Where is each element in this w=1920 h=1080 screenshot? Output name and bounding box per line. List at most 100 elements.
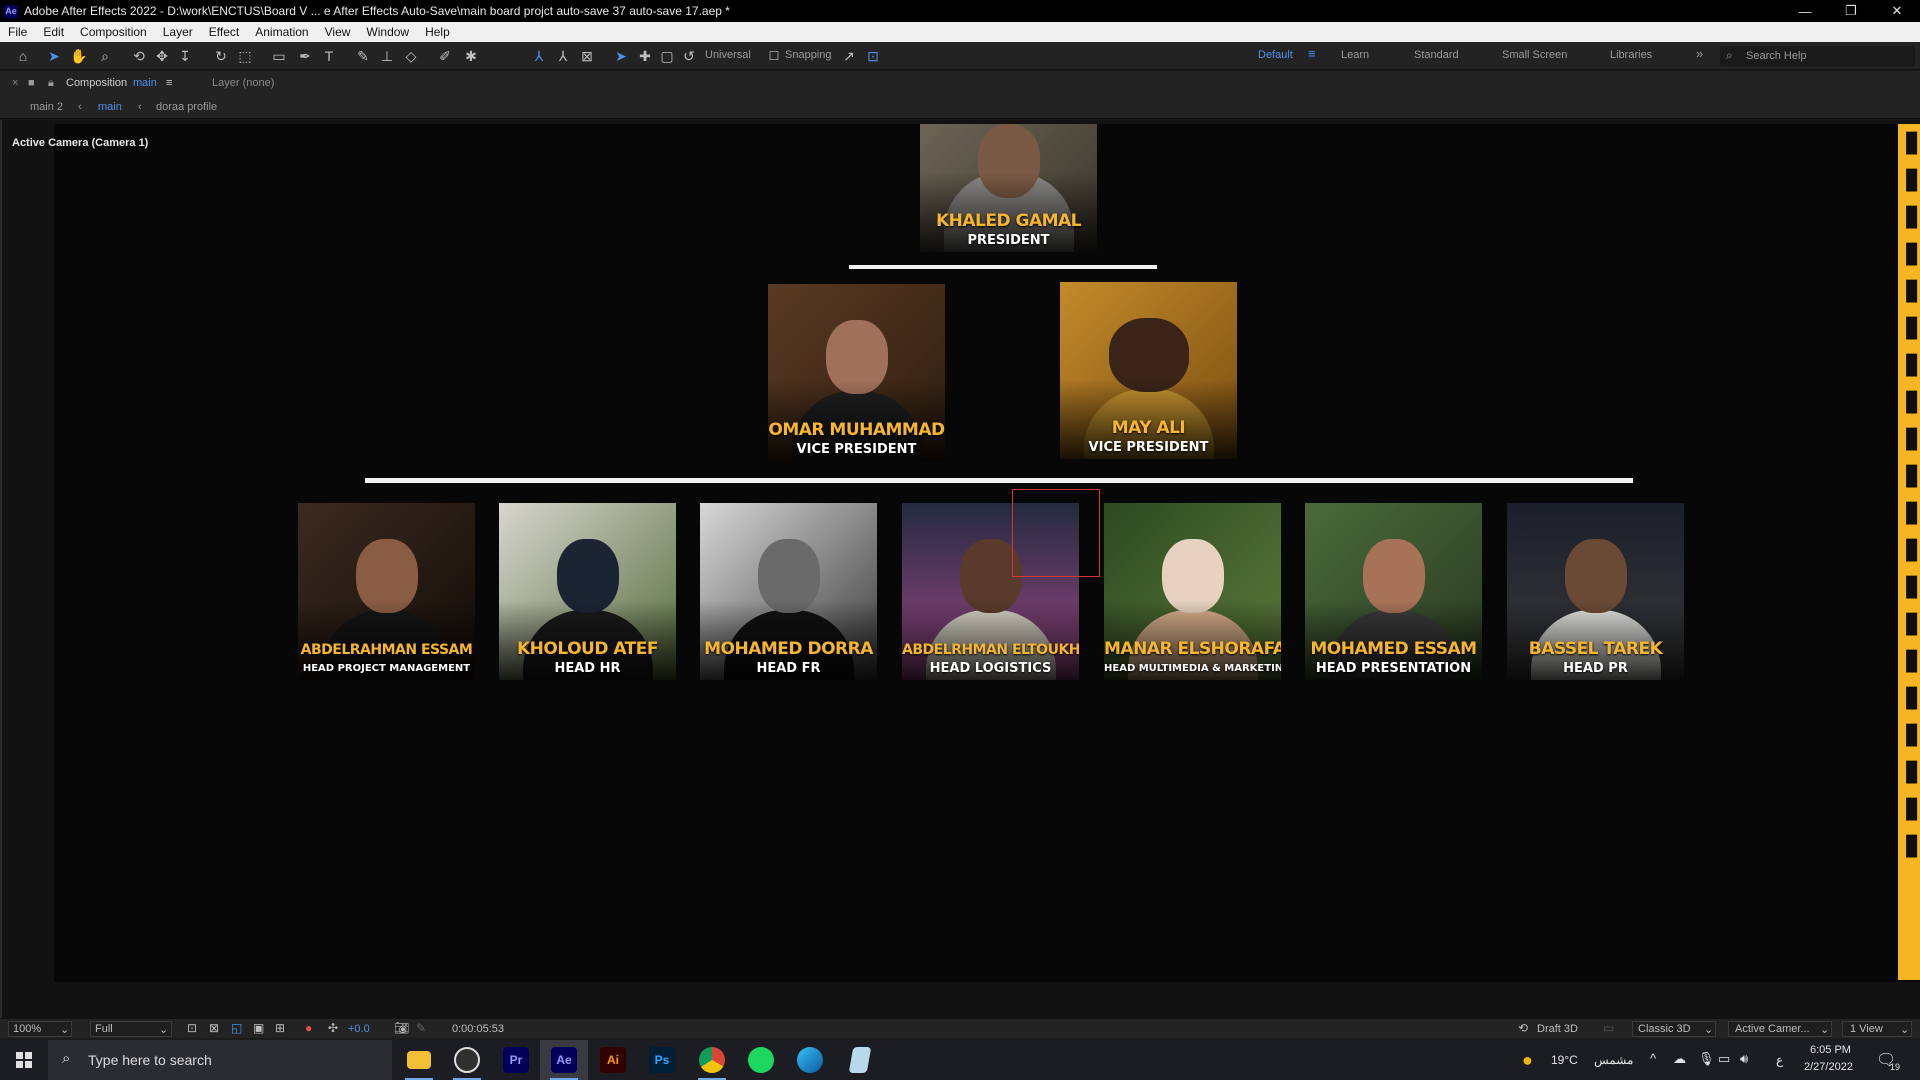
rotate-tool-icon[interactable]: ↻ <box>212 47 230 65</box>
mask-visibility-icon[interactable]: ◱ <box>231 1021 242 1035</box>
chevron-up-icon[interactable]: ^ <box>1650 1051 1656 1066</box>
rectangle-tool-icon[interactable]: ▭ <box>270 47 288 65</box>
start-button[interactable] <box>0 1040 48 1080</box>
world-axis-icon[interactable]: ⅄ <box>554 47 572 65</box>
taskbar-chrome[interactable] <box>688 1040 736 1080</box>
network-icon[interactable]: ▭ <box>1718 1051 1730 1067</box>
volume-icon[interactable]: 🔊︎ <box>1740 1051 1748 1067</box>
menu-window[interactable]: Window <box>358 25 417 39</box>
draft-3d-label[interactable]: Draft 3D <box>1537 1023 1578 1035</box>
weather-sun-icon[interactable]: ● <box>1522 1050 1533 1071</box>
composition-tab-label[interactable]: Composition <box>66 77 127 89</box>
snap-option-icon[interactable]: ↗ <box>840 47 858 65</box>
layer-panel-tab[interactable]: Layer (none) <box>212 77 274 89</box>
layer-selection-box[interactable] <box>1012 489 1100 577</box>
extended-viewer-icon[interactable]: ▭ <box>1603 1021 1614 1035</box>
workspace-learn[interactable]: Learn <box>1341 49 1369 61</box>
minimize-button[interactable]: — <box>1782 0 1828 22</box>
taskbar-search-box[interactable]: ⌕ Type here to search <box>48 1040 392 1080</box>
head-card[interactable]: ABDELRAHMAN ESSAM HEAD PROJECT MANAGEMEN… <box>298 503 475 680</box>
search-help-field[interactable]: ⌕ Search Help <box>1720 46 1915 66</box>
lock-icon[interactable]: 🔒︎ <box>48 77 54 90</box>
head-card[interactable]: BASSEL TAREK HEAD PR <box>1507 503 1684 680</box>
guides-icon[interactable]: ▣ <box>253 1021 264 1035</box>
workspace-standard[interactable]: Standard <box>1414 49 1459 61</box>
taskbar-notes[interactable] <box>836 1040 884 1080</box>
composition-canvas[interactable]: KHALED GAMAL PRESIDENT OMAR MUHAMMAD VIC… <box>54 124 1920 982</box>
taskbar-premiere[interactable]: Pr <box>492 1040 540 1080</box>
close-panel-icon[interactable]: × <box>12 77 18 89</box>
roto-brush-icon[interactable]: ✐ <box>436 47 454 65</box>
menu-edit[interactable]: Edit <box>35 25 72 39</box>
menu-composition[interactable]: Composition <box>72 25 155 39</box>
weather-condition[interactable]: مشمس <box>1594 1053 1633 1067</box>
snapping-checkbox[interactable]: ☐ <box>765 47 783 65</box>
snap-grid-icon[interactable]: ⊡ <box>864 47 882 65</box>
onedrive-cloud-icon[interactable]: ☁ <box>1673 1051 1686 1067</box>
input-language[interactable]: ع <box>1776 1053 1783 1067</box>
taskbar-after-effects[interactable]: Ae <box>540 1040 588 1080</box>
taskbar-edge[interactable] <box>786 1040 834 1080</box>
rotate-gizmo-icon[interactable]: ↺ <box>680 47 698 65</box>
exposure-value[interactable]: +0.0 <box>348 1023 370 1035</box>
universal-select-icon[interactable]: ➤ <box>612 47 630 65</box>
more-workspaces-icon[interactable]: » <box>1696 46 1703 61</box>
menu-effect[interactable]: Effect <box>201 25 247 39</box>
scale-gizmo-icon[interactable]: ▢ <box>658 47 676 65</box>
president-card[interactable]: KHALED GAMAL PRESIDENT <box>920 124 1097 252</box>
clock-date[interactable]: 2/27/2022 <box>1804 1061 1853 1073</box>
menu-layer[interactable]: Layer <box>155 25 201 39</box>
pan-behind-tool-icon[interactable]: ⬚ <box>236 47 254 65</box>
workspace-libraries[interactable]: Libraries <box>1610 49 1652 61</box>
workspace-small-screen[interactable]: Small Screen <box>1502 49 1567 61</box>
current-time[interactable]: 0:00:05:53 <box>452 1023 504 1035</box>
zoom-tool-icon[interactable]: ⌕ <box>96 47 114 65</box>
microphone-icon[interactable]: 🎙︎ <box>1698 1051 1715 1067</box>
taskbar-illustrator[interactable]: Ai <box>589 1040 637 1080</box>
head-card[interactable]: KHOLOUD ATEF HEAD HR <box>499 503 676 680</box>
menu-animation[interactable]: Animation <box>247 25 316 39</box>
pen-tool-icon[interactable]: ✒ <box>296 47 314 65</box>
orbit-camera-icon[interactable]: ⟲ <box>130 47 148 65</box>
composition-tab-name[interactable]: main <box>133 77 157 89</box>
taskbar-file-explorer[interactable] <box>395 1040 443 1080</box>
close-button[interactable]: ✕ <box>1874 0 1920 22</box>
workspace-default[interactable]: Default <box>1258 49 1293 61</box>
region-of-interest-icon[interactable]: ⊡ <box>187 1021 197 1035</box>
home-icon[interactable]: ⌂ <box>14 47 32 65</box>
menu-view[interactable]: View <box>317 25 359 39</box>
eraser-tool-icon[interactable]: ◇ <box>402 47 420 65</box>
weather-temperature[interactable]: 19°C <box>1551 1053 1578 1067</box>
type-tool-icon[interactable]: T <box>320 47 338 65</box>
breadcrumb-main[interactable]: main <box>98 101 122 113</box>
menu-file[interactable]: File <box>0 25 35 39</box>
selection-tool-icon[interactable]: ➤ <box>45 47 63 65</box>
hand-tool-icon[interactable]: ✋ <box>70 47 88 65</box>
brush-tool-icon[interactable]: ✎ <box>354 47 372 65</box>
color-channels-icon[interactable]: ● <box>305 1021 312 1035</box>
composition-viewer[interactable]: KHALED GAMAL PRESIDENT OMAR MUHAMMAD VIC… <box>0 120 1920 1018</box>
vice-president-card[interactable]: MAY ALI VICE PRESIDENT <box>1060 282 1237 459</box>
taskbar-obs[interactable] <box>443 1040 491 1080</box>
vice-president-card[interactable]: OMAR MUHAMMAD VICE PRESIDENT <box>768 284 945 461</box>
show-snapshot-icon[interactable]: ✎ <box>416 1021 426 1035</box>
breadcrumb-main-2[interactable]: main 2 <box>30 101 63 113</box>
dolly-camera-icon[interactable]: ↧ <box>176 47 194 65</box>
puppet-pin-icon[interactable]: ✱ <box>462 47 480 65</box>
draft-3d-icon[interactable]: ⟲ <box>1518 1021 1528 1035</box>
transparency-grid-icon[interactable]: ⊠ <box>209 1021 219 1035</box>
move-gizmo-icon[interactable]: ✚ <box>636 47 654 65</box>
head-card[interactable]: MANAR ELSHORAFA HEAD MULTIMEDIA & MARKET… <box>1104 503 1281 680</box>
restore-button[interactable]: ❐ <box>1828 0 1874 22</box>
view-axis-icon[interactable]: ⊠ <box>578 47 596 65</box>
taskbar-photoshop[interactable]: Ps <box>638 1040 686 1080</box>
grid-options-icon[interactable]: ⊞ <box>275 1021 285 1035</box>
local-axis-icon[interactable]: ⅄ <box>530 47 548 65</box>
clock-time[interactable]: 6:05 PM <box>1810 1044 1851 1056</box>
panel-menu-icon[interactable]: ≡ <box>166 77 172 89</box>
workspace-menu-icon[interactable]: ≡ <box>1308 46 1316 61</box>
menu-help[interactable]: Help <box>417 25 458 39</box>
snapshot-camera-icon[interactable]: 📷︎ <box>394 1021 409 1035</box>
exposure-reset-icon[interactable]: ✣ <box>328 1021 338 1035</box>
clone-stamp-icon[interactable]: ⊥ <box>378 47 396 65</box>
